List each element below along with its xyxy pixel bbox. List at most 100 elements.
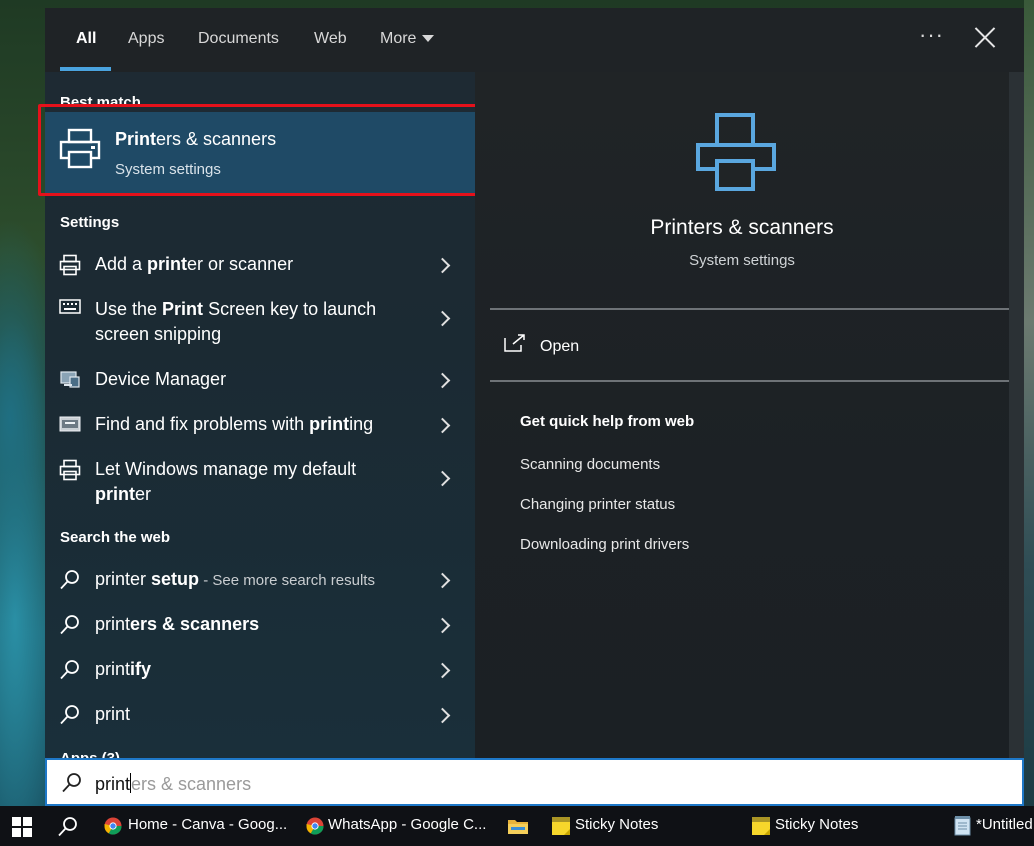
search-icon[interactable] (57, 816, 79, 838)
search-input[interactable]: printers & scanners (95, 773, 251, 795)
best-match-title-bold: Print (115, 129, 157, 149)
taskbar-app-label: Sticky Notes (775, 816, 859, 833)
search-icon (60, 570, 79, 590)
settings-item-label: Device Manager (95, 367, 415, 392)
tab-apps[interactable]: Apps (128, 30, 164, 48)
open-icon (504, 334, 525, 352)
label-text: ing (349, 414, 374, 434)
taskbar-app-sticky-notes-1[interactable]: Sticky Notes (544, 806, 738, 846)
settings-item-troubleshoot-printing[interactable]: Find and fix problems with printing (45, 404, 475, 444)
best-match-subtitle: System settings (115, 161, 221, 178)
file-explorer-icon (508, 820, 528, 834)
divider (490, 308, 1009, 310)
close-icon[interactable] (973, 26, 997, 50)
web-result-printers-scanners[interactable]: printers & scanners (45, 604, 475, 644)
taskbar-app-notepad[interactable]: *Untitled (946, 806, 1034, 846)
label-suffix: - See more search results (199, 572, 375, 589)
taskbar-app-file-explorer[interactable] (500, 806, 536, 846)
chevron-right-icon (434, 257, 451, 274)
windows-start-icon[interactable] (12, 817, 32, 837)
printer-icon (59, 459, 81, 481)
web-result-label: print (95, 702, 415, 727)
chevron-right-icon (434, 310, 451, 327)
web-result-label: printers & scanners (95, 612, 415, 637)
taskbar: Home - Canva - Goog... WhatsApp - Google… (0, 806, 1034, 846)
tab-more-label: More (380, 30, 417, 47)
annotation-highlight-box (38, 104, 480, 196)
start-search-flyout: All Apps Documents Web More ··· Best mat… (38, 8, 1024, 806)
taskbar-app-label: *Untitled (976, 816, 1033, 833)
label-match: print (309, 414, 350, 434)
help-link-print-drivers[interactable]: Downloading print drivers (520, 536, 689, 553)
sticky-notes-icon (752, 817, 770, 835)
printer-icon (696, 113, 776, 191)
chevron-right-icon (434, 572, 451, 589)
taskbar-app-whatsapp[interactable]: WhatsApp - Google C... (298, 806, 492, 846)
chevron-right-icon (434, 707, 451, 724)
device-manager-icon (60, 371, 80, 388)
taskbar-app-label: Sticky Notes (575, 816, 659, 833)
tab-documents[interactable]: Documents (198, 30, 279, 48)
chrome-icon (104, 817, 122, 835)
label-text: Add a (95, 254, 148, 274)
search-web-heading: Search the web (60, 529, 171, 546)
search-scope-tabs: All Apps Documents Web More ··· (45, 8, 1024, 72)
settings-item-label: Let Windows manage my default printer (95, 457, 415, 507)
search-icon (60, 615, 79, 635)
quick-help-heading: Get quick help from web (520, 413, 695, 430)
troubleshoot-icon (59, 416, 81, 432)
best-match-title-rest: ers & scanners (156, 129, 277, 149)
chevron-right-icon (434, 470, 451, 487)
label-text: print (95, 704, 131, 724)
desktop-wallpaper-edge (1024, 0, 1034, 806)
flyout-edge (1009, 72, 1024, 758)
label-text: printer (95, 569, 152, 589)
preview-subtitle: System settings (689, 252, 795, 269)
settings-heading: Settings (60, 214, 120, 231)
active-tab-indicator (60, 67, 111, 71)
label-text: Let Windows manage my default (95, 459, 357, 479)
settings-item-device-manager[interactable]: Device Manager (45, 359, 475, 399)
search-typed-text: print (95, 774, 131, 794)
help-link-scanning[interactable]: Scanning documents (520, 456, 660, 473)
printer-icon (59, 254, 81, 276)
printer-icon (59, 128, 101, 169)
settings-item-print-screen[interactable]: Use the Print Screen key to launch scree… (45, 289, 475, 347)
settings-item-label: Add a printer or scanner (95, 252, 415, 277)
results-pane: Best match Printers & scanners System se… (38, 72, 480, 767)
preview-pane: Printers & scanners System settings Open… (475, 72, 1009, 758)
taskbar-app-canva[interactable]: Home - Canva - Goog... (96, 806, 290, 846)
tab-all[interactable]: All (76, 30, 96, 48)
web-result-printify[interactable]: printify (45, 649, 475, 689)
settings-item-default-printer[interactable]: Let Windows manage my default printer (45, 449, 475, 507)
search-box[interactable]: printers & scanners (45, 758, 1024, 806)
chevron-right-icon (434, 417, 451, 434)
search-icon (62, 773, 81, 793)
tab-web[interactable]: Web (314, 30, 347, 48)
taskbar-app-sticky-notes-2[interactable]: Sticky Notes (744, 806, 938, 846)
label-text: er or scanner (187, 254, 294, 274)
label-match: setup (151, 569, 200, 589)
caret-down-icon (422, 35, 435, 43)
more-options-icon[interactable]: ··· (919, 22, 944, 48)
web-result-print[interactable]: print (45, 694, 475, 734)
divider (490, 380, 1009, 382)
settings-item-add-printer[interactable]: Add a printer or scanner (45, 244, 475, 284)
keyboard-icon (59, 299, 81, 314)
chevron-right-icon (434, 617, 451, 634)
search-icon (60, 705, 79, 725)
web-result-printer-setup[interactable]: printer setup - See more search results (45, 559, 475, 599)
best-match-title: Printers & scanners (115, 129, 276, 150)
open-action[interactable]: Open (490, 322, 1009, 372)
search-icon (60, 660, 79, 680)
sticky-notes-icon (552, 817, 570, 835)
tab-more[interactable]: More (380, 30, 435, 48)
label-match: ers & scanners (130, 614, 260, 634)
label-match: Print (162, 299, 204, 319)
taskbar-app-label: Home - Canva - Goog... (128, 816, 288, 833)
help-link-printer-status[interactable]: Changing printer status (520, 496, 675, 513)
label-text: Find and fix problems with (95, 414, 310, 434)
label-match: ify (130, 659, 152, 679)
search-autocomplete: ers & scanners (131, 774, 252, 794)
chrome-icon (306, 817, 324, 835)
